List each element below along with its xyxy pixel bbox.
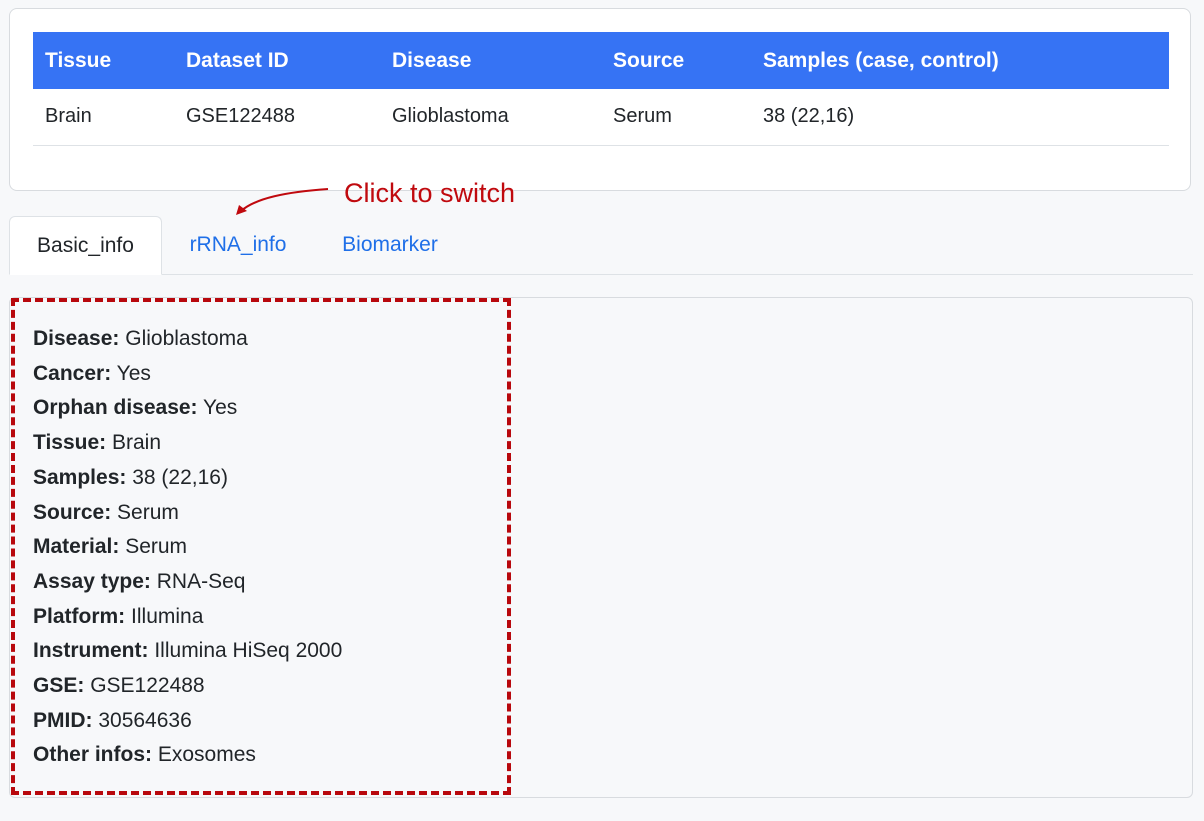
column-header-source: Source xyxy=(601,32,751,89)
info-row-instrument: Instrument: Illumina HiSeq 2000 xyxy=(33,634,342,669)
tab-biomarker[interactable]: Biomarker xyxy=(325,216,455,275)
info-value: Yes xyxy=(203,396,238,420)
info-label: GSE: xyxy=(33,674,85,698)
table-row: Brain GSE122488 Glioblastoma Serum 38 (2… xyxy=(33,89,1169,146)
info-row-orphan-disease: Orphan disease: Yes xyxy=(33,391,342,426)
cell-disease: Glioblastoma xyxy=(380,89,601,146)
column-header-dataset-id: Dataset ID xyxy=(174,32,380,89)
info-row-source: Source: Serum xyxy=(33,496,342,531)
click-to-switch-annotation: Click to switch xyxy=(344,178,516,208)
info-label: Disease: xyxy=(33,327,120,350)
dataset-summary-card: Tissue Dataset ID Disease Source Samples… xyxy=(9,8,1191,191)
info-label: Orphan disease: xyxy=(33,396,198,420)
info-label: PMID: xyxy=(33,708,93,732)
column-header-disease: Disease xyxy=(380,32,601,89)
info-row-gse: GSE: GSE122488 xyxy=(33,669,342,704)
column-header-tissue: Tissue xyxy=(33,32,174,89)
info-label: Platform: xyxy=(33,604,126,628)
info-value: Glioblastoma xyxy=(125,327,248,350)
info-label: Cancer: xyxy=(33,361,112,385)
tab-basic-info[interactable]: Basic_info xyxy=(9,216,162,275)
info-label: Assay type: xyxy=(33,569,151,593)
info-value: 30564636 xyxy=(98,708,192,732)
info-row-material: Material: Serum xyxy=(33,530,342,565)
info-row-disease: Disease: Glioblastoma xyxy=(33,322,342,357)
info-row-other-infos: Other infos: Exosomes xyxy=(33,738,342,773)
cell-tissue: Brain xyxy=(33,89,174,146)
info-label: Source: xyxy=(33,500,112,524)
annotation-arrow-icon xyxy=(236,188,329,215)
info-row-pmid: PMID: 30564636 xyxy=(33,704,342,739)
info-label: Instrument: xyxy=(33,639,149,663)
info-row-tissue: Tissue: Brain xyxy=(33,426,342,461)
info-value: RNA-Seq xyxy=(156,569,246,593)
info-value: Illumina HiSeq 2000 xyxy=(154,639,343,663)
info-value: Illumina xyxy=(131,604,204,628)
info-label: Samples: xyxy=(33,465,127,489)
info-value: Serum xyxy=(117,500,179,524)
info-row-samples: Samples: 38 (22,16) xyxy=(33,461,342,496)
info-label: Tissue: xyxy=(33,431,107,455)
cell-source: Serum xyxy=(601,89,751,146)
info-row-assay-type: Assay type: RNA-Seq xyxy=(33,565,342,600)
column-header-samples: Samples (case, control) xyxy=(751,32,1169,89)
tab-rrna-info[interactable]: rRNA_info xyxy=(173,216,303,275)
info-value: Exosomes xyxy=(157,743,256,767)
cell-samples: 38 (22,16) xyxy=(751,89,1169,146)
basic-info-list: Disease: Glioblastoma Cancer: Yes Orphan… xyxy=(33,322,342,773)
info-row-cancer: Cancer: Yes xyxy=(33,357,342,392)
info-value: GSE122488 xyxy=(90,674,205,698)
info-value: Yes xyxy=(116,361,151,385)
info-value: 38 (22,16) xyxy=(132,465,228,489)
info-value: Serum xyxy=(125,535,188,559)
info-label: Material: xyxy=(33,535,120,559)
dataset-table: Tissue Dataset ID Disease Source Samples… xyxy=(33,32,1169,146)
info-row-platform: Platform: Illumina xyxy=(33,600,342,635)
tab-bar: Basic_info rRNA_info Biomarker xyxy=(9,216,1193,275)
table-header-row: Tissue Dataset ID Disease Source Samples… xyxy=(33,32,1169,89)
cell-dataset-id: GSE122488 xyxy=(174,89,380,146)
info-value: Brain xyxy=(112,431,162,455)
info-label: Other infos: xyxy=(33,743,152,767)
